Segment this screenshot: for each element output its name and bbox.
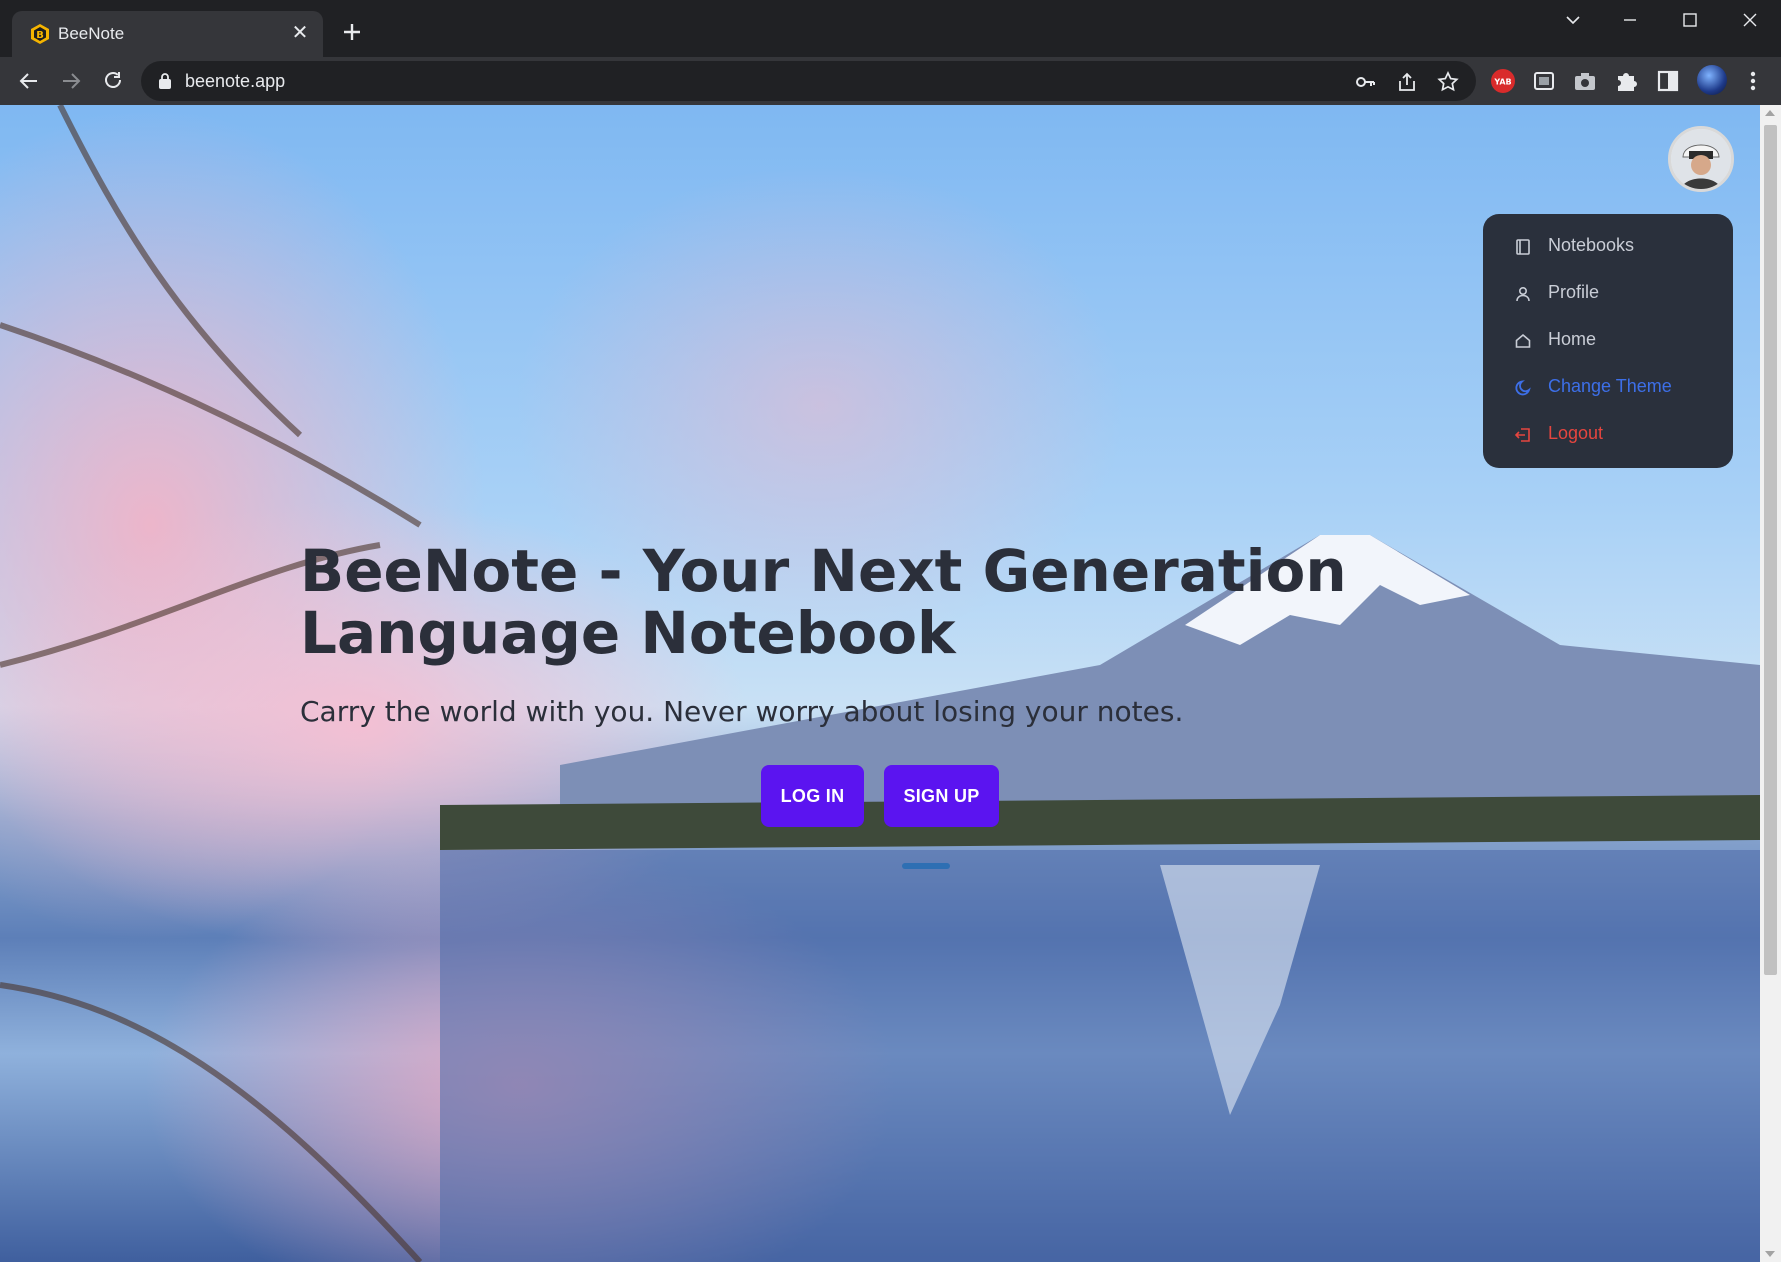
minimize-icon[interactable] [1610, 8, 1650, 32]
menu-item-notebooks[interactable]: Notebooks [1483, 228, 1733, 275]
screen-extension-icon[interactable] [1531, 68, 1557, 94]
hero-subtitle: Carry the world with you. Never worry ab… [300, 695, 1184, 728]
login-button[interactable]: LOG IN [761, 765, 864, 827]
user-avatar-photo [1671, 129, 1731, 189]
back-arrow-icon[interactable] [15, 67, 43, 95]
home-icon [1515, 333, 1531, 348]
scrollbar-thumb[interactable] [1764, 125, 1777, 975]
camera-extension-icon[interactable] [1572, 68, 1598, 94]
address-bar[interactable]: beenote.app [141, 61, 1476, 101]
more-menu-icon[interactable] [1740, 68, 1766, 94]
browser-tab[interactable]: B BeeNote ✕ [12, 11, 323, 57]
close-window-icon[interactable] [1730, 8, 1770, 32]
yab-extension-icon[interactable]: YAB [1490, 68, 1516, 94]
user-icon [1516, 286, 1530, 302]
browser-titlebar: B BeeNote ✕ [0, 0, 1781, 57]
scroll-up-arrow-icon[interactable] [1765, 110, 1775, 116]
user-dropdown-menu: Notebooks Profile Home Change Theme Logo… [1483, 214, 1733, 468]
page-scrollbar[interactable] [1760, 105, 1781, 1262]
tab-search-chevron-icon[interactable] [1553, 8, 1593, 32]
share-icon[interactable] [1395, 70, 1419, 94]
key-icon[interactable] [1353, 70, 1377, 94]
notebook-icon [1516, 239, 1530, 255]
url-text[interactable]: beenote.app [185, 71, 285, 92]
menu-item-label: Notebooks [1548, 235, 1635, 255]
menu-item-label: Home [1548, 329, 1597, 349]
maximize-icon[interactable] [1670, 8, 1710, 32]
logout-icon [1514, 428, 1530, 442]
lock-icon[interactable] [158, 72, 172, 90]
svg-text:B: B [36, 30, 44, 41]
menu-item-label: Profile [1548, 282, 1600, 302]
menu-item-profile[interactable]: Profile [1483, 275, 1733, 322]
menu-item-home[interactable]: Home [1483, 322, 1733, 369]
new-tab-icon[interactable] [340, 20, 364, 44]
menu-item-logout[interactable]: Logout [1483, 416, 1733, 463]
user-avatar[interactable] [1668, 126, 1734, 192]
page-viewport: BeeNote - Your Next Generation Language … [0, 105, 1760, 1262]
menu-item-label: Change Theme [1548, 376, 1672, 396]
menu-item-label: Logout [1548, 423, 1604, 443]
beenote-favicon-icon: B [31, 24, 49, 44]
browser-profile-avatar[interactable] [1697, 65, 1727, 95]
bookmark-star-icon[interactable] [1436, 70, 1460, 94]
scroll-down-arrow-icon[interactable] [1765, 1251, 1775, 1257]
theme-icon [1515, 380, 1531, 396]
hero-title: BeeNote - Your Next Generation Language … [300, 537, 1347, 667]
tab-close-icon[interactable]: ✕ [289, 22, 311, 44]
tab-title: BeeNote [58, 24, 125, 43]
browser-toolbar: beenote.app YAB [0, 57, 1781, 105]
signup-button[interactable]: SIGN UP [884, 765, 999, 827]
puzzle-extensions-icon[interactable] [1613, 68, 1639, 94]
svg-text:YAB: YAB [1493, 78, 1511, 87]
forward-arrow-icon[interactable] [57, 67, 85, 95]
reload-icon[interactable] [99, 67, 127, 95]
menu-item-change-theme[interactable]: Change Theme [1483, 369, 1733, 416]
side-panel-icon[interactable] [1655, 68, 1681, 94]
